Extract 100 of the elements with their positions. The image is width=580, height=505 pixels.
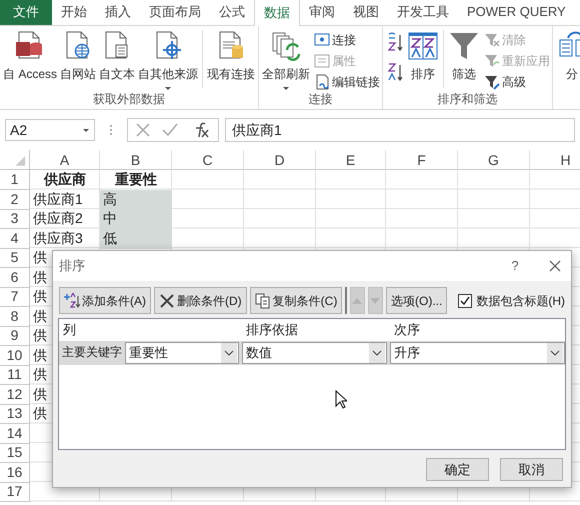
column-header[interactable]: C <box>172 150 244 170</box>
name-box[interactable]: A2 <box>5 119 95 141</box>
check-icon <box>162 123 178 137</box>
delete-icon <box>159 292 175 308</box>
column-header[interactable]: D <box>244 150 316 170</box>
group-label: 连接 <box>308 91 334 108</box>
reapply-filter-icon <box>484 52 500 68</box>
row-header[interactable]: 4 <box>0 228 30 248</box>
ribbon-tab[interactable]: 开始 <box>52 0 96 25</box>
copy-icon <box>254 292 271 308</box>
ribbon-tab[interactable]: 插入 <box>96 0 140 25</box>
ribbon-tab[interactable]: POWER QUERY <box>458 0 575 25</box>
column-header[interactable]: E <box>316 150 386 170</box>
ribbon-tab[interactable]: 页面布局 <box>140 0 210 25</box>
row-header[interactable]: 1 <box>0 170 30 190</box>
toolbar-button[interactable]: 添加条件(A) <box>59 287 151 314</box>
help-button[interactable]: ? <box>505 256 525 276</box>
checkbox[interactable] <box>458 294 472 308</box>
row-header[interactable]: 11 <box>0 365 30 385</box>
table-cell-text: 供 <box>32 326 48 345</box>
properties-icon <box>314 52 330 68</box>
table-cell-text: 重要性 <box>114 170 158 189</box>
sort-level-row[interactable]: 主要关键字 重要性 数值 升序 <box>59 341 565 365</box>
checkbox-label: 数据包含标题(H) <box>476 292 565 310</box>
ribbon-button[interactable]: 编辑链接 <box>314 72 380 91</box>
table-cell-text: 供 <box>32 384 48 404</box>
ribbon-tab[interactable]: 数据 <box>254 0 300 26</box>
row-header[interactable]: 5 <box>0 248 30 268</box>
dropdown[interactable]: 重要性 <box>125 342 239 364</box>
ribbon-button[interactable]: 筛选 <box>447 30 482 83</box>
row-header[interactable]: 13 <box>0 404 30 424</box>
column-header[interactable]: B <box>100 150 172 170</box>
row-header[interactable]: 3 <box>0 209 30 229</box>
column-header[interactable]: A <box>30 150 100 170</box>
table-cell-text: 供应商3 <box>32 228 84 248</box>
dialog-button[interactable]: 取消 <box>500 458 563 481</box>
toolbar-button[interactable]: 选项(O)... <box>386 287 448 314</box>
dialog-button[interactable]: 确定 <box>426 458 489 481</box>
table-cell: 低 <box>100 228 172 248</box>
ribbon-button[interactable]: 自 Access <box>2 30 58 83</box>
table-cell-text: 供应商1 <box>32 190 84 208</box>
advanced-filter-icon <box>484 74 500 90</box>
filter-icon <box>448 30 480 62</box>
sort-ascending-icon <box>387 32 404 52</box>
close-icon <box>549 260 561 272</box>
table-cell-text: 供 <box>32 365 48 384</box>
table-cell-text: 供 <box>32 268 48 286</box>
row-header[interactable]: 16 <box>0 462 30 482</box>
ribbon-button[interactable]: 全部刷新 <box>261 30 312 91</box>
row-header[interactable]: 12 <box>0 384 30 404</box>
ribbon-button[interactable]: 自其他来源 <box>137 30 200 91</box>
sort-levels-list[interactable]: 列 排序依据 次序 主要关键字 重要性 数值 升序 <box>58 318 566 450</box>
ribbon-tab[interactable]: 文件 <box>0 0 52 25</box>
column-header: 次序 <box>393 321 421 340</box>
table-cell-text: 供应商2 <box>32 209 84 228</box>
sort-icon <box>407 30 440 62</box>
dropdown[interactable]: 升序 <box>390 342 565 364</box>
ribbon-tab[interactable]: 开发工具 <box>388 0 458 25</box>
dropdown[interactable]: 数值 <box>242 342 387 364</box>
column-header[interactable]: G <box>458 150 530 170</box>
down-arrow-icon <box>370 298 380 304</box>
ribbon-button[interactable]: 连接 <box>314 30 380 49</box>
ribbon-button[interactable]: 现有连接 <box>206 30 256 83</box>
row-header[interactable]: 17 <box>0 482 30 502</box>
table-cell-text: 供应商 <box>42 170 87 189</box>
caret-icon <box>82 128 90 132</box>
row-header[interactable]: 9 <box>0 326 30 346</box>
toolbar-button[interactable]: 复制条件(C) <box>250 287 342 314</box>
row-header[interactable]: 15 <box>0 443 30 463</box>
row-header[interactable]: 6 <box>0 268 30 288</box>
pointer-icon <box>335 390 347 409</box>
connection-icon <box>314 32 330 48</box>
column-header[interactable]: H <box>530 150 580 170</box>
sort-descending-icon <box>387 62 404 82</box>
level-label: 主要关键字 <box>61 344 123 361</box>
group-label: 排序和筛选 <box>436 91 499 108</box>
ribbon-button[interactable]: 排序 <box>406 30 440 83</box>
ribbon-tab[interactable]: 视图 <box>344 0 388 25</box>
table-cell: 中 <box>100 209 172 229</box>
table-cell: 高 <box>100 190 172 210</box>
check-icon <box>460 296 470 306</box>
ribbon-tab[interactable]: 审阅 <box>300 0 344 25</box>
ribbon-button[interactable]: 自网站 <box>59 30 98 83</box>
chevron-icon <box>369 343 385 363</box>
toolbar-button[interactable]: 删除条件(D) <box>154 287 247 314</box>
row-header[interactable]: 10 <box>0 346 30 366</box>
row-header[interactable]: 8 <box>0 306 30 326</box>
column-header: 列 <box>62 321 77 340</box>
ribbon-button[interactable]: 分 <box>555 30 580 83</box>
ribbon-tab[interactable]: 公式 <box>210 0 254 25</box>
ribbon-button[interactable]: 自文本 <box>98 30 136 83</box>
row-header[interactable]: 7 <box>0 287 30 307</box>
formula-input[interactable]: 供应商1 <box>225 118 575 142</box>
grip-icon <box>109 123 113 137</box>
row-header[interactable]: 2 <box>0 190 30 210</box>
ribbon-button[interactable]: 高级 <box>484 72 550 91</box>
row-header[interactable]: 14 <box>0 424 30 444</box>
column-header[interactable]: F <box>386 150 458 170</box>
chevron-icon <box>221 343 237 363</box>
refresh-documents-icon <box>270 30 302 62</box>
